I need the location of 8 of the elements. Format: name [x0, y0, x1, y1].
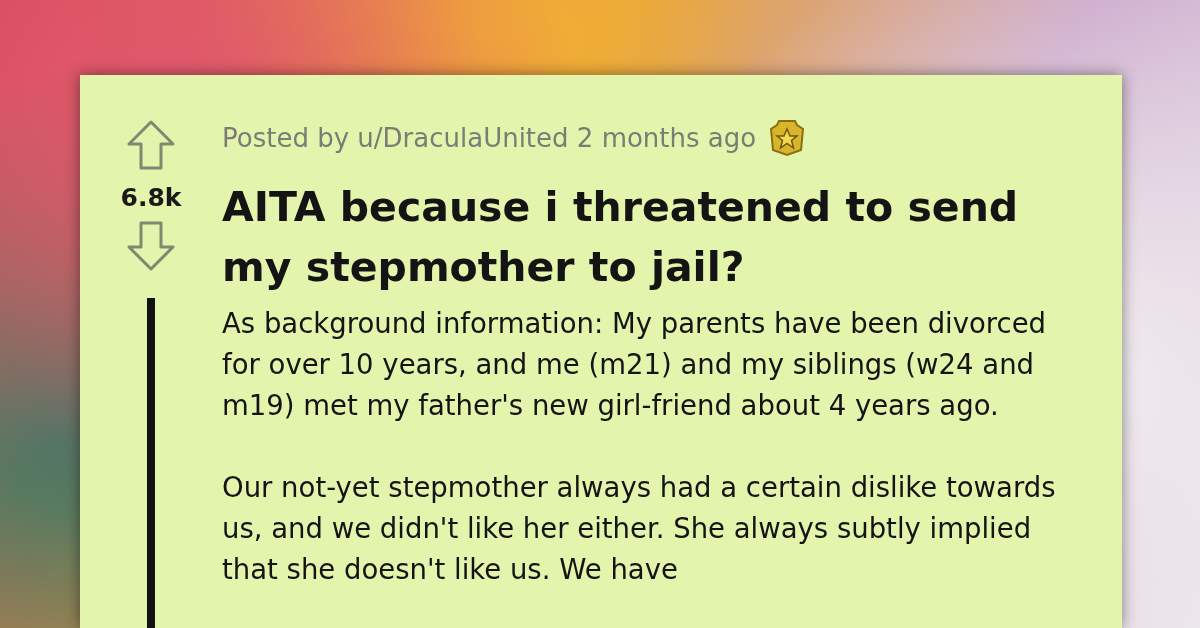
downvote-icon[interactable]: [126, 220, 176, 272]
vote-count: 6.8k: [120, 185, 182, 210]
upvote-icon[interactable]: [126, 119, 176, 171]
post-paragraph: As background information: My parents have been divorced for over 10 years, and me (m21) and my siblings (w24 and m19) met my father's new girl-friend about 4 years ago.: [222, 306, 1048, 423]
post-title: AITA because i threatened to send my stepmother to jail?: [222, 182, 1020, 293]
post-meta-text: Posted by u/DraculaUnited 2 months ago: [222, 125, 757, 151]
award-star-icon: [768, 119, 807, 157]
post-paragraph: Our not-yet stepmother always had a certain dislike towards us, and we didn't like her either. She always subtly implied that she doesn't like us. We have: [222, 470, 1057, 587]
